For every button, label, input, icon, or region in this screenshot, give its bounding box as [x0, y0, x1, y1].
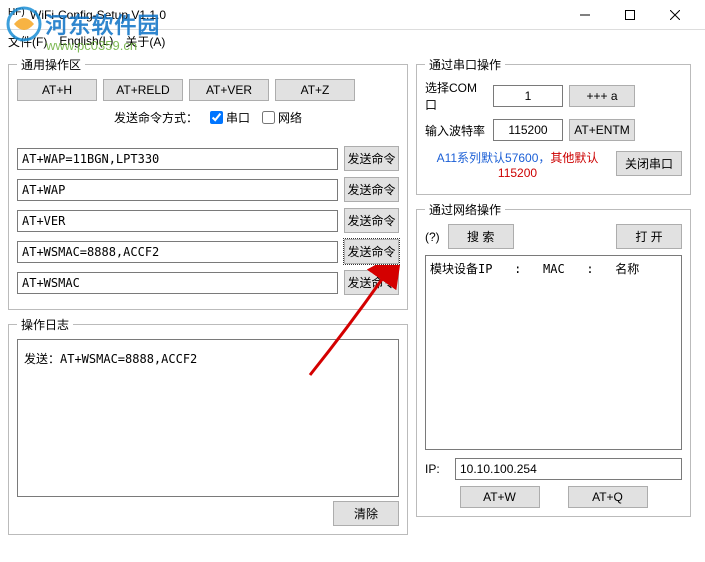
network-checkbox[interactable] [262, 111, 275, 124]
send-cmd-button-5[interactable]: 发送命令 [344, 270, 399, 295]
clear-log-button[interactable]: 清除 [333, 501, 399, 526]
serial-note: A11系列默认57600，其他默认115200 [425, 149, 610, 180]
at-ver-button[interactable]: AT+VER [189, 79, 269, 101]
menu-file[interactable]: 文件(F) [8, 33, 47, 50]
app-icon: HF) [8, 7, 24, 23]
general-ops-group: 通用操作区 AT+H AT+RELD AT+VER AT+Z 发送命令方式： 串… [8, 56, 408, 310]
close-button[interactable] [652, 1, 697, 29]
search-button[interactable]: 搜 索 [448, 224, 514, 249]
at-entm-button[interactable]: AT+ENTM [569, 119, 635, 141]
general-ops-title: 通用操作区 [17, 56, 85, 73]
plus-a-button[interactable]: +++ a [569, 85, 635, 107]
at-q-button[interactable]: AT+Q [568, 486, 648, 508]
send-cmd-button-4[interactable]: 发送命令 [344, 239, 399, 264]
at-reld-button[interactable]: AT+RELD [103, 79, 183, 101]
ip-label: IP: [425, 462, 449, 476]
menu-language[interactable]: English(L) [59, 34, 113, 48]
at-w-button[interactable]: AT+W [460, 486, 540, 508]
send-cmd-button-1[interactable]: 发送命令 [344, 146, 399, 171]
send-cmd-button-3[interactable]: 发送命令 [344, 208, 399, 233]
network-ops-title: 通过网络操作 [425, 201, 505, 218]
help-icon[interactable]: (?) [425, 230, 440, 244]
cmd-input-3[interactable] [17, 210, 338, 232]
ip-input[interactable] [455, 458, 682, 480]
maximize-button[interactable] [607, 1, 652, 29]
cmd-input-5[interactable] [17, 272, 338, 294]
device-list[interactable]: 模块设备IP : MAC : 名称 [425, 255, 682, 450]
menu-about[interactable]: 关于(A) [125, 33, 165, 50]
cmd-input-4[interactable] [17, 241, 338, 263]
baud-label: 输入波特率 [425, 122, 487, 139]
cmd-input-1[interactable] [17, 148, 338, 170]
cmd-input-2[interactable] [17, 179, 338, 201]
serial-ops-title: 通过串口操作 [425, 56, 505, 73]
baud-input[interactable] [493, 119, 563, 141]
log-textarea[interactable]: 发送：AT+WSMAC=8888,ACCF2 [17, 339, 399, 497]
com-label: 选择COM口 [425, 79, 487, 113]
window-title: WiFi-Config-Setup V1.1.0 [30, 8, 562, 22]
log-title: 操作日志 [17, 316, 73, 333]
open-button[interactable]: 打 开 [616, 224, 682, 249]
at-h-button[interactable]: AT+H [17, 79, 97, 101]
com-input[interactable] [493, 85, 563, 107]
network-ops-group: 通过网络操作 (?) 搜 索 打 开 模块设备IP : MAC : 名称 IP:… [416, 201, 691, 517]
serial-checkbox[interactable] [210, 111, 223, 124]
send-cmd-button-2[interactable]: 发送命令 [344, 177, 399, 202]
log-group: 操作日志 发送：AT+WSMAC=8888,ACCF2 清除 [8, 316, 408, 535]
serial-ops-group: 通过串口操作 选择COM口 +++ a 输入波特率 AT+ENTM A11系列默… [416, 56, 691, 195]
close-serial-button[interactable]: 关闭串口 [616, 151, 682, 176]
at-z-button[interactable]: AT+Z [275, 79, 355, 101]
send-way-label: 发送命令方式： [114, 109, 198, 126]
minimize-button[interactable] [562, 1, 607, 29]
